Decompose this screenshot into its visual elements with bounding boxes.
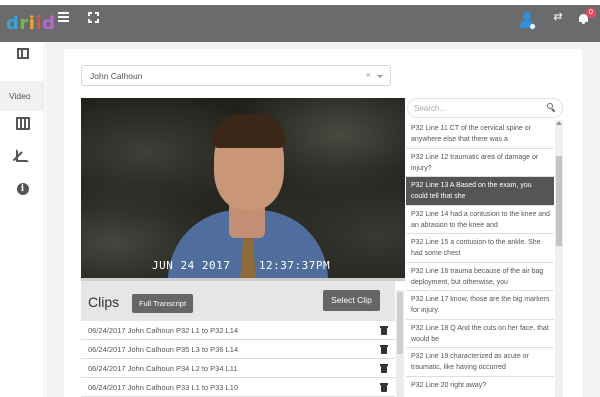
top-bar: driid [0, 5, 600, 42]
witness-select-value: John Calhoun [90, 71, 143, 81]
transcript-line[interactable]: P32 Line 17 know, those are the big mark… [406, 291, 554, 320]
clip-list: 06/24/2017 John Calhoun P32 L1 to P32 L1… [81, 321, 395, 397]
sidebar-item-video[interactable]: Video [0, 81, 45, 111]
search-icon[interactable] [547, 103, 556, 113]
transcript-line[interactable]: P32 Line 13 A Based on the exam, you cou… [406, 177, 554, 206]
swap-icon[interactable]: ⇄ [552, 11, 564, 23]
trash-icon[interactable] [380, 364, 388, 373]
menu-icon[interactable] [58, 12, 69, 22]
transcript-scrollbar[interactable] [555, 120, 563, 397]
clips-title: Clips [88, 294, 120, 310]
transcript-line[interactable]: P32 Line 15 a contusion to the ankle. Sh… [406, 234, 554, 263]
transcript-line[interactable]: P32 Line 18 Q And the cuts on her face, … [406, 319, 554, 348]
sidebar-item-info[interactable]: i [0, 179, 45, 199]
transcript-line[interactable]: P32 Line 14 had a contusion to the knee … [406, 205, 554, 234]
fullscreen-icon[interactable] [88, 12, 99, 23]
transcript-line[interactable]: P32 Line 16 trauma because of the air ba… [406, 262, 554, 291]
transcript-line[interactable]: P32 Line 19 characterized as acute or tr… [406, 348, 554, 377]
video-frame-hair [212, 114, 286, 148]
transcript-line[interactable]: P32 Line 11 CT of the cervical spine or … [406, 120, 554, 149]
sidebar-item-label: Video [9, 91, 31, 101]
scrollbar-thumb[interactable] [397, 292, 403, 354]
transcript-line[interactable]: P32 Line 12 traumatic area of damage or … [406, 148, 554, 177]
clip-row-label: 06/24/2017 John Calhoun P32 L1 to P32 L1… [88, 326, 239, 335]
film-icon [15, 116, 30, 130]
trash-icon[interactable] [380, 383, 388, 392]
scroll-up-icon[interactable] [556, 121, 562, 125]
video-timestamp: JUN 24 2017 12:37:37PM [152, 259, 331, 272]
transcript-line[interactable]: P32 Line 20 right away? [406, 376, 554, 397]
witness-select[interactable]: John Calhoun × [81, 65, 391, 86]
search-input[interactable] [414, 102, 538, 114]
layout-icon [16, 47, 29, 59]
clip-row[interactable]: 06/24/2017 John Calhoun P34 L2 to P34 L1… [81, 359, 395, 378]
trash-icon[interactable] [380, 345, 388, 354]
full-transcript-button[interactable]: Full Transcript [132, 294, 193, 313]
clip-row-label: 06/24/2017 John Calhoun P34 L2 to P34 L1… [88, 364, 238, 373]
clip-list-scrollbar[interactable] [396, 290, 404, 397]
clip-row-label: 06/24/2017 John Calhoun P35 L3 to P36 L1… [88, 345, 239, 354]
clip-row[interactable]: 06/24/2017 John Calhoun P32 L1 to P32 L1… [81, 321, 395, 340]
info-icon: i [16, 183, 29, 195]
app-logo[interactable]: driid [6, 13, 56, 34]
chevron-down-icon[interactable] [377, 75, 383, 78]
user-icon[interactable] [518, 12, 536, 32]
edit-icon [16, 148, 29, 162]
clip-row-label: 06/24/2017 John Calhoun P33 L1 to P33 L1… [88, 383, 239, 392]
transcript-list: P32 Line 11 CT of the cervical spine or … [406, 120, 554, 397]
sidebar: Video i [0, 42, 45, 397]
video-player[interactable]: JUN 24 2017 12:37:37PM [81, 98, 405, 279]
notification-badge: 0 [586, 8, 596, 18]
transcript-search[interactable] [407, 98, 563, 118]
sidebar-item-layout[interactable] [0, 42, 45, 64]
clear-icon[interactable]: × [366, 70, 371, 80]
clip-row[interactable]: 06/24/2017 John Calhoun P33 L1 to P33 L1… [81, 378, 395, 397]
clip-row[interactable]: 06/24/2017 John Calhoun P35 L3 to P36 L1… [81, 340, 395, 359]
scrollbar-thumb[interactable] [556, 156, 562, 246]
sidebar-item-edit[interactable] [0, 145, 45, 165]
sidebar-item-clips[interactable] [0, 113, 45, 133]
select-clip-button[interactable]: Select Clip [323, 290, 380, 311]
trash-icon[interactable] [380, 326, 388, 335]
